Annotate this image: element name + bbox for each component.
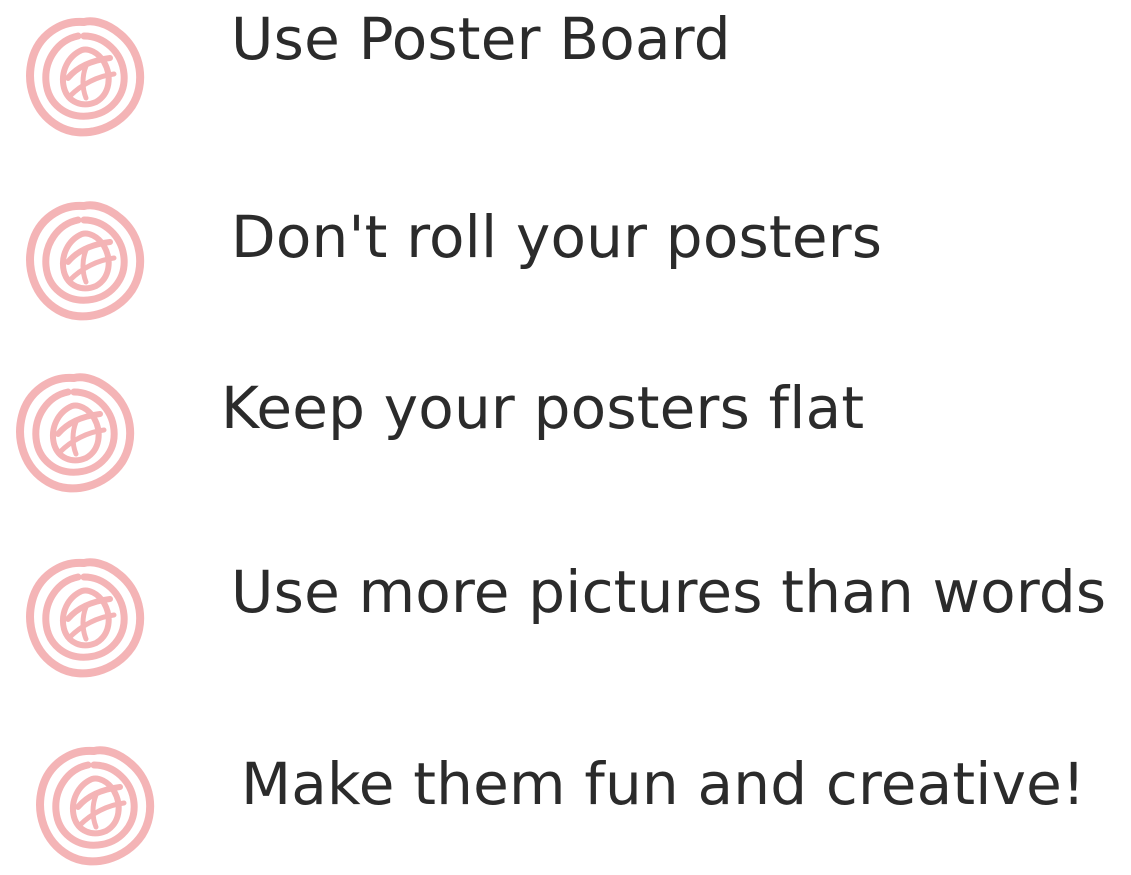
tip-item: Make them fun and creative! bbox=[0, 735, 1131, 875]
scribble-bullet-icon bbox=[20, 14, 150, 138]
tip-text: Don't roll your posters bbox=[231, 203, 883, 271]
tips-slide: Use Poster Board Don't roll your posters bbox=[0, 0, 1131, 866]
tip-item: Use more pictures than words bbox=[0, 555, 1131, 695]
tip-item: Don't roll your posters bbox=[0, 190, 1131, 330]
tip-text: Use Poster Board bbox=[231, 5, 731, 73]
scribble-bullet-icon bbox=[10, 370, 140, 494]
scribble-bullet-icon bbox=[30, 743, 160, 867]
tip-item: Keep your posters flat bbox=[0, 365, 1131, 505]
tip-text: Keep your posters flat bbox=[221, 374, 865, 442]
tip-item: Use Poster Board bbox=[0, 0, 1131, 140]
tip-text: Make them fun and creative! bbox=[241, 750, 1086, 818]
tip-text: Use more pictures than words bbox=[231, 558, 1107, 626]
scribble-bullet-icon bbox=[20, 555, 150, 679]
scribble-bullet-icon bbox=[20, 198, 150, 322]
